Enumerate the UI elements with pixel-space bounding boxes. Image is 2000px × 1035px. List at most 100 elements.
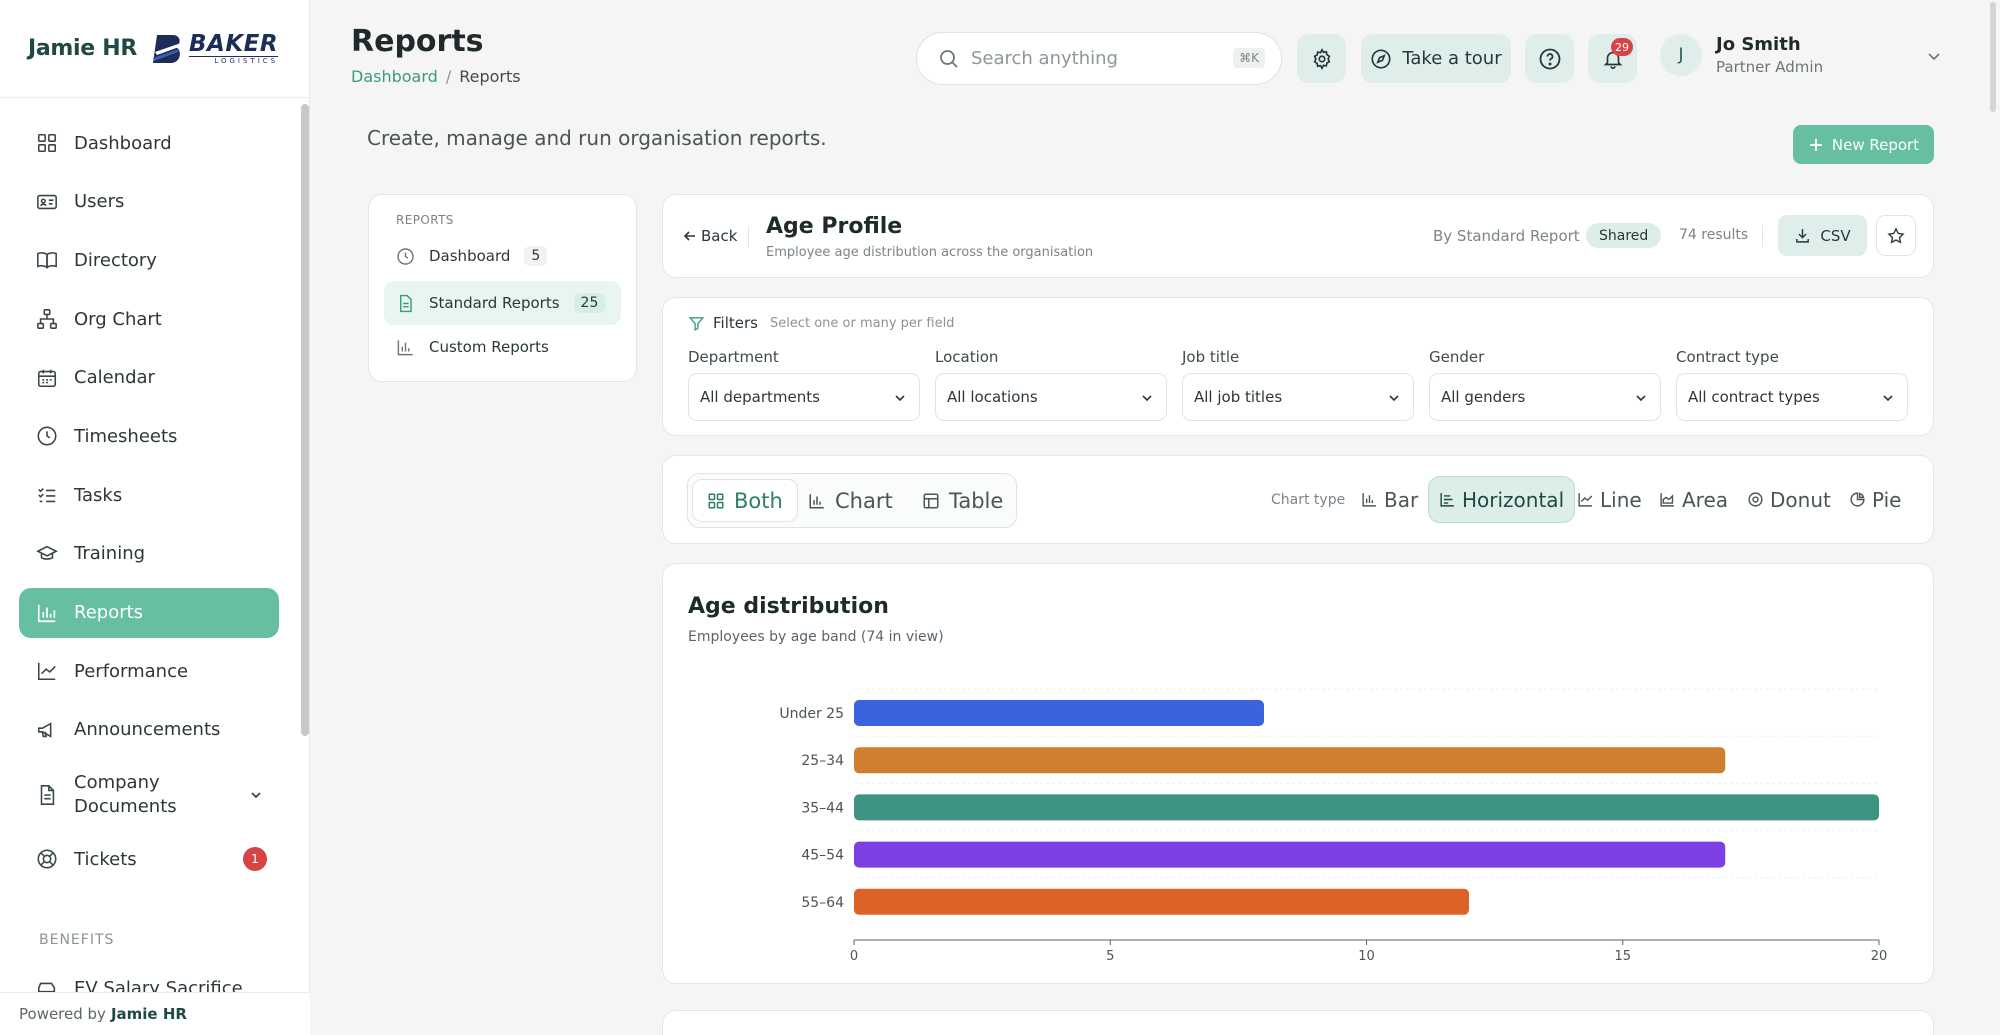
user-menu[interactable]: J Jo Smith Partner Admin bbox=[1660, 34, 1823, 76]
search-icon bbox=[940, 49, 958, 68]
back-button[interactable]: Back bbox=[683, 227, 737, 245]
powered-by-brand[interactable]: Jamie HR bbox=[111, 1005, 187, 1023]
notifications-button[interactable]: 29 bbox=[1588, 34, 1637, 83]
chart-card: Age distribution Employees by age band (… bbox=[662, 563, 1934, 984]
sidebar-item-calendar[interactable]: Calendar bbox=[19, 353, 279, 403]
sidebar-item-users[interactable]: Users bbox=[19, 177, 279, 227]
powered-by: Powered by Jamie HR bbox=[0, 992, 310, 1035]
sidebar-item-company-documents[interactable]: Company Documents bbox=[19, 764, 279, 826]
sidebar-item-reports[interactable]: Reports bbox=[19, 587, 279, 638]
location-select[interactable]: All locations bbox=[935, 373, 1167, 421]
settings-button[interactable] bbox=[1297, 34, 1346, 83]
checklist-icon bbox=[38, 488, 56, 503]
grid-icon bbox=[37, 133, 57, 153]
reports-nav-count: 25 bbox=[573, 293, 606, 313]
chart-type-line[interactable]: Line bbox=[1567, 476, 1652, 523]
filter-label: Location bbox=[935, 348, 999, 366]
filter-gender: Gender All genders bbox=[1429, 348, 1661, 421]
sidebar-item-directory[interactable]: Directory bbox=[19, 235, 279, 285]
page-title: Reports bbox=[351, 24, 484, 59]
help-circle-icon bbox=[1539, 48, 1560, 69]
sidebar-nav: Dashboard Users Directory Org Chart Cale… bbox=[19, 118, 279, 893]
area-chart-icon bbox=[1660, 493, 1674, 507]
reports-nav-dashboard[interactable]: Dashboard 5 bbox=[384, 234, 621, 278]
sidebar-item-timesheets[interactable]: Timesheets bbox=[19, 411, 279, 461]
report-description: Employee age distribution across the org… bbox=[766, 245, 1094, 260]
favourite-button[interactable] bbox=[1876, 215, 1916, 256]
line-chart-icon bbox=[37, 662, 56, 681]
sidebar-scrollbar[interactable] bbox=[301, 104, 309, 736]
filter-value: All contract types bbox=[1688, 388, 1820, 406]
sidebar-item-org-chart[interactable]: Org Chart bbox=[19, 294, 279, 344]
age-distribution-chart: Under 25 25–34 35–44 45–54 55–64 0 5 10 15 20 bbox=[779, 688, 1887, 964]
chart-type-pie[interactable]: Pie bbox=[1839, 476, 1911, 523]
reports-nav-heading: REPORTS bbox=[396, 213, 454, 227]
take-a-tour-button[interactable]: Take a tour bbox=[1361, 34, 1511, 83]
sidebar-item-tasks[interactable]: Tasks bbox=[19, 470, 279, 520]
chart-type-horizontal[interactable]: Horizontal bbox=[1428, 476, 1576, 523]
chart-type-name: Line bbox=[1600, 487, 1642, 512]
sidebar-item-performance[interactable]: Performance bbox=[19, 646, 279, 696]
filter-icon bbox=[688, 316, 705, 331]
gender-select[interactable]: All genders bbox=[1429, 373, 1661, 421]
filter-label: Department bbox=[688, 348, 779, 366]
report-source: By Standard Report bbox=[1433, 227, 1580, 245]
view-mode-label: Both bbox=[734, 488, 783, 513]
sidebar-item-label: Tasks bbox=[74, 484, 123, 506]
partner-logo-subtext: LOGISTICS bbox=[189, 55, 279, 65]
filter-department: Department All departments bbox=[688, 348, 920, 421]
filters-hint: Select one or many per field bbox=[769, 315, 955, 331]
chevron-down-icon[interactable] bbox=[249, 788, 263, 802]
calendar-icon bbox=[37, 369, 57, 387]
compass-icon bbox=[1371, 48, 1391, 69]
chart-type-name: Pie bbox=[1872, 487, 1902, 512]
view-mode-chart[interactable]: Chart bbox=[794, 479, 907, 522]
chart-type-donut[interactable]: Donut bbox=[1737, 476, 1841, 523]
view-mode-table[interactable]: Table bbox=[908, 479, 1017, 522]
filter-value: All genders bbox=[1441, 388, 1526, 406]
download-icon bbox=[1796, 229, 1810, 243]
breadcrumb-dashboard[interactable]: Dashboard bbox=[351, 67, 438, 86]
reports-nav-standard-reports[interactable]: Standard Reports 25 bbox=[384, 281, 621, 325]
brand-name[interactable]: Jamie HR bbox=[28, 36, 137, 61]
bar-chart-icon bbox=[37, 604, 56, 622]
chevron-down-icon bbox=[1636, 395, 1646, 402]
table-icon bbox=[923, 493, 939, 508]
view-mode-both[interactable]: Both bbox=[692, 479, 798, 522]
category-label: 55–64 bbox=[801, 895, 844, 911]
bar-2 bbox=[854, 747, 1726, 774]
filters-card: Filters Select one or many per field Dep… bbox=[662, 297, 1934, 436]
chevron-down-icon bbox=[1389, 395, 1399, 402]
reports-nav-custom-reports[interactable]: Custom Reports bbox=[384, 325, 621, 369]
sidebar-item-label: Company Documents bbox=[74, 771, 177, 817]
breadcrumb-separator: / bbox=[445, 67, 452, 86]
sidebar-item-label: Org Chart bbox=[74, 308, 162, 330]
new-report-button[interactable]: New Report bbox=[1793, 125, 1934, 164]
chart-type-area[interactable]: Area bbox=[1649, 476, 1738, 523]
graduation-cap-icon bbox=[36, 545, 58, 560]
search-input[interactable]: Search anything ⌘K bbox=[916, 32, 1282, 85]
tickets-badge: 1 bbox=[243, 847, 267, 872]
help-button[interactable] bbox=[1525, 34, 1574, 83]
main-scrollbar[interactable] bbox=[1990, 2, 1996, 112]
gear-icon bbox=[1313, 47, 1330, 70]
plus-icon bbox=[1809, 138, 1822, 151]
chart-type-name: Horizontal bbox=[1462, 487, 1565, 512]
contract-type-select[interactable]: All contract types bbox=[1676, 373, 1908, 421]
department-select[interactable]: All departments bbox=[688, 373, 920, 421]
sidebar-item-tickets[interactable]: Tickets 1 bbox=[19, 834, 279, 884]
sidebar-item-training[interactable]: Training bbox=[19, 529, 279, 579]
user-name: Jo Smith bbox=[1716, 34, 1801, 55]
sidebar-item-dashboard[interactable]: Dashboard bbox=[19, 118, 279, 168]
chart-type-name: Donut bbox=[1770, 487, 1831, 512]
category-label: 45–54 bbox=[801, 848, 844, 864]
line-chart-icon bbox=[1578, 493, 1593, 507]
chart-type-bar[interactable]: Bar bbox=[1351, 476, 1428, 523]
sidebar-item-announcements[interactable]: Announcements bbox=[19, 705, 279, 755]
chevron-down-icon bbox=[895, 395, 905, 402]
csv-download-button[interactable]: CSV bbox=[1778, 215, 1867, 256]
job-title-select[interactable]: All job titles bbox=[1182, 373, 1414, 421]
book-icon bbox=[37, 252, 57, 270]
chevron-down-icon[interactable] bbox=[1926, 48, 1942, 64]
powered-by-label: Powered by bbox=[19, 1005, 106, 1023]
